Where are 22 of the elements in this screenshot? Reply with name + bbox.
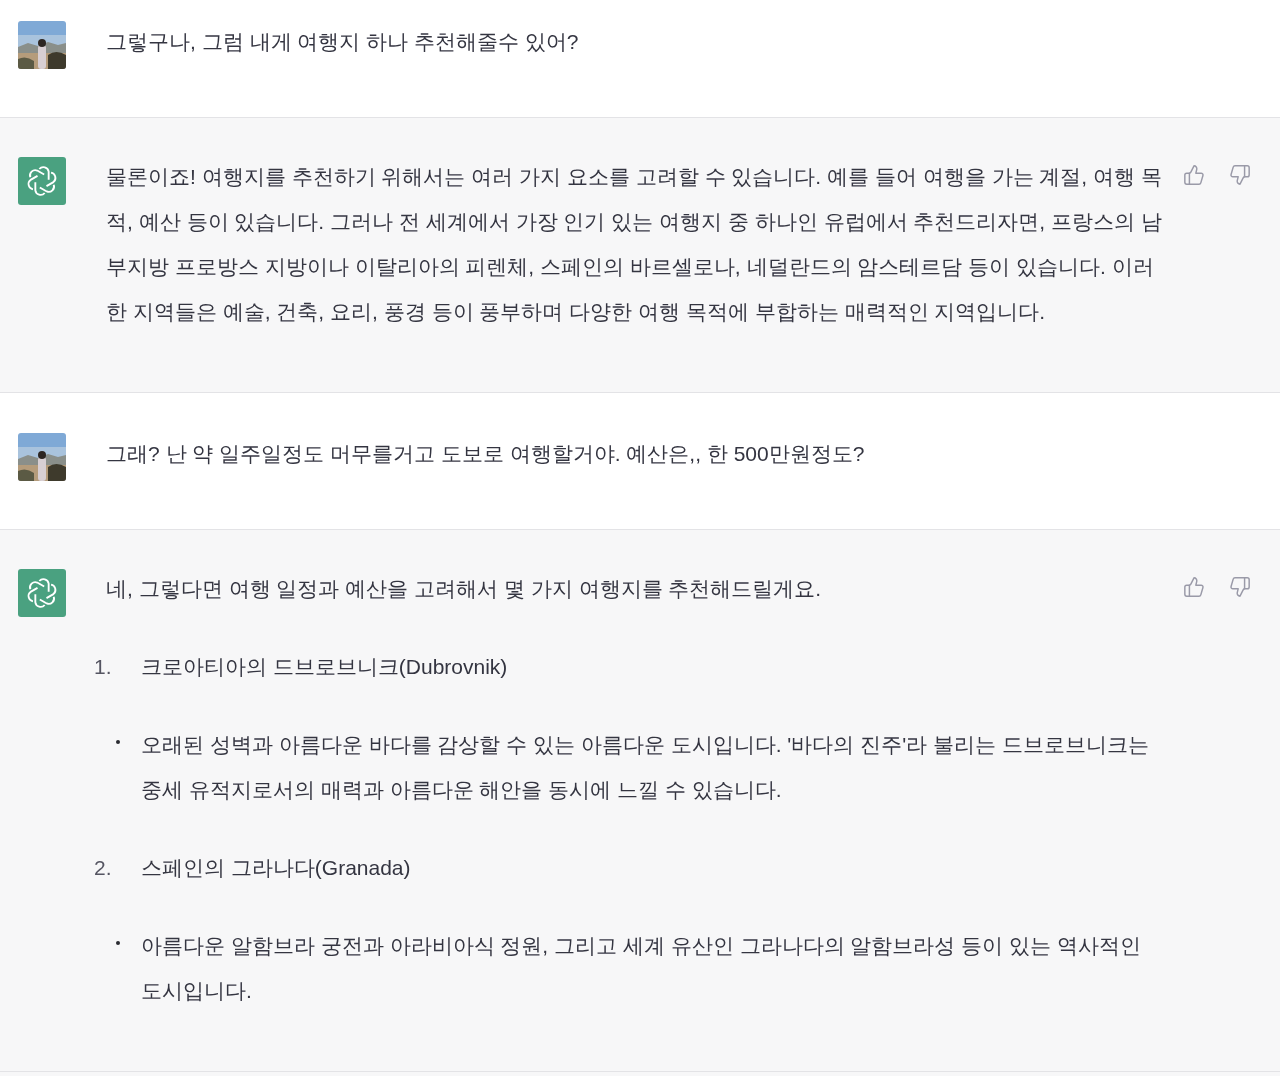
bullet-icon xyxy=(116,941,120,945)
assistant-message: 물론이죠! 여행지를 추천하기 위해서는 여러 가지 요소를 고려할 수 있습니다. 예를 들어 여행을 가는 계절, 여행 목적, 예산 등이 있습니다. 그러나 전 세계에서 가장 인기 있는 여행지 중 하나인 유럽에서 추천드리자면, 프랑스의 남부지방 프로방스 지방이나 이탈리아의 피렌체, 스페인의 바르셀로나, 네덜란드의 암스테르담 등이 있습니다. 이러한 지역들은 예술, 건축, 요리, 풍경 등이 풍부하며 다양한 여행 목적에 부합하는 매력적인 지역입니다. xyxy=(106,164,1163,325)
bullet-icon xyxy=(116,740,120,744)
list-number: 2. xyxy=(94,855,113,881)
thumbs-down-icon xyxy=(1229,576,1251,598)
thumbs-up-icon xyxy=(1183,576,1205,598)
thumbs-down-button[interactable] xyxy=(1228,163,1252,187)
knot-icon xyxy=(26,165,58,197)
list-number: 1. xyxy=(94,654,113,680)
list-item-title: 크로아티아의 드브로브니크(Dubrovnik) xyxy=(141,654,508,680)
thumbs-up-icon xyxy=(1183,164,1205,186)
list-item-text: 오래된 성벽과 아름다운 바다를 감상할 수 있는 아름다운 도시입니다. '바다의 진주'라 불리는 드브로브니크는 중세 유적지로서의 매력과 아름다운 해안을 동시에 느낄 수 있습니다. xyxy=(141,732,1150,803)
user-message: 그렇구나, 그럼 내게 여행지 하나 추천해줄수 있어? xyxy=(106,29,580,55)
knot-icon xyxy=(26,577,58,609)
thumbs-down-button[interactable] xyxy=(1228,575,1252,599)
user-message: 그래? 난 약 일주일정도 머무를거고 도보로 여행할거야. 예산은,, 한 500만원정도? xyxy=(106,441,866,467)
list-item-text: 아름다운 알함브라 궁전과 아라비아식 정원, 그리고 세계 유산인 그라나다의 알함브라성 등이 있는 역사적인 도시입니다. xyxy=(141,933,1142,1004)
assistant-message: 네, 그렇다면 여행 일정과 예산을 고려해서 몇 가지 여행지를 추천해드릴게요. xyxy=(106,576,823,602)
thumbs-up-button[interactable] xyxy=(1182,575,1206,599)
thumbs-down-icon xyxy=(1229,164,1251,186)
list-item-title: 스페인의 그라나다(Granada) xyxy=(141,855,411,881)
thumbs-up-button[interactable] xyxy=(1182,163,1206,187)
